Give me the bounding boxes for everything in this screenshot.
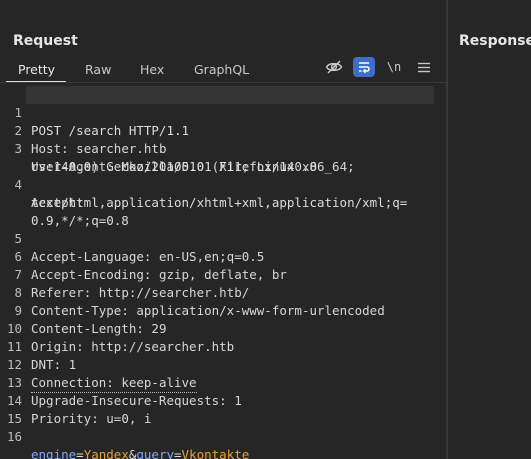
header-value: 29 [151,321,167,336]
request-body-line: 16 engine=Yandex&query=Vkontakte [0,410,249,459]
response-title: Response [459,33,531,49]
request-pane: Request Pretty Raw Hex GraphQL \n 1 POST… [0,0,446,459]
line-number: 16 [6,429,22,444]
tab-graphql[interactable]: GraphQL [194,62,249,77]
header-value: en-US,en;q=0.5 [158,249,265,264]
code-line-wrapped: text/html,application/xhtml+xml,applicat… [0,176,407,210]
code-line: 1 POST /search HTTP/1.1 [0,86,189,138]
body-param-value: Yandex [83,447,129,459]
header-value: 1 [68,357,77,372]
body-param-key: query [136,447,175,459]
tab-hex[interactable]: Hex [140,62,164,77]
code-line: 13 Upgrade-Insecure-Requests: 1 [0,356,242,408]
code-line: 3 User-Agent: Mozilla/5.0 (X11; Linux x8… [0,122,354,174]
tab-raw[interactable]: Raw [85,62,111,77]
header-value: u=0, i [106,411,152,426]
current-line-highlight [26,86,434,104]
header-value: gzip, deflate, br [158,267,287,282]
header-value: 1 [234,393,242,408]
request-title: Request [13,33,78,49]
show-newlines-toggle[interactable]: \n [383,57,405,77]
code-line: 12 Connection: keep-alive [0,338,197,393]
code-line: 4 Accept: [0,158,83,210]
code-line: 9 Content-Length: 29 [0,284,166,336]
code-line-wrapped: 0.9,*/*;q=0.8 [0,194,129,228]
header-value-continuation: text/html,application/xhtml+xml,applicat… [31,195,408,210]
code-line: 11 DNT: 1 [0,320,76,372]
code-line: 8 Content-Type: application/x-www-form-u… [0,266,384,318]
header-value: searcher.htb [76,141,167,156]
code-line: 14 Priority: u=0, i [0,374,152,426]
body-param-key: engine [31,447,77,459]
header-value: application/x-www-form-urlencoded [136,303,385,318]
eye-slash-icon[interactable] [323,57,345,77]
body-param-value: Vkontakte [181,447,250,459]
request-view-tabs: Pretty Raw Hex GraphQL [0,56,446,83]
code-line: 5 Accept-Language: en-US,en;q=0.5 [0,212,264,264]
hamburger-menu-icon[interactable] [413,57,435,77]
response-pane: Response [448,0,531,459]
header-value: keep-alive [121,375,197,390]
newline-label: \n [386,60,402,74]
request-editor[interactable]: 1 POST /search HTTP/1.1 2 Host: searcher… [0,86,446,459]
code-line-wrapped: rv:140.0) Gecko/20100101 Firefox/140.0 [0,140,317,174]
header-value: http://searcher.htb [91,339,235,354]
tabs-divider [0,82,446,83]
wrap-lines-icon[interactable] [353,57,375,77]
code-line: 7 Referer: http://searcher.htb/ [0,248,249,300]
code-line: 10 Origin: http://searcher.htb [0,302,234,354]
code-line-empty: 15 [0,392,60,426]
code-line: 2 Host: searcher.htb [0,104,166,156]
tab-pretty[interactable]: Pretty [18,62,55,77]
http-editor-window: Request Pretty Raw Hex GraphQL \n 1 POST… [0,0,531,459]
header-value: http://searcher.htb/ [98,285,250,300]
header-value-continuation: rv:140.0) Gecko/20100101 Firefox/140.0 [31,159,317,174]
code-line: 6 Accept-Encoding: gzip, deflate, br [0,230,286,282]
